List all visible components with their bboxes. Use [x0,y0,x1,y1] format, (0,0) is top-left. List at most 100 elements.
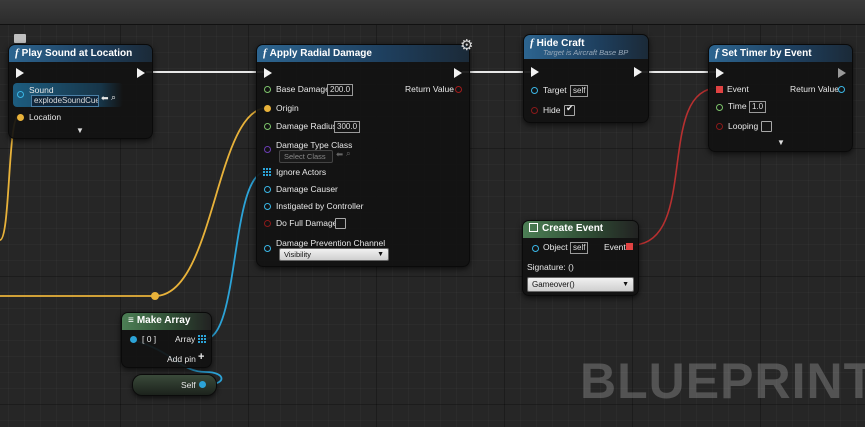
prevention-channel-pin[interactable] [264,245,271,252]
make-array-header[interactable]: ≡ Make Array [122,313,211,330]
looping-checkbox[interactable] [761,121,772,132]
latent-clock-icon: ⚙ [460,37,474,54]
return-value-pin[interactable] [455,86,462,93]
exec-out-pin[interactable] [454,68,462,78]
full-damage-checkbox[interactable] [335,218,346,229]
self-node[interactable]: Self [132,374,217,396]
exec-in-pin[interactable] [264,68,272,78]
looping-pin[interactable] [716,123,723,130]
function-value: Gameover() [532,280,575,289]
add-pin-icon[interactable]: + [198,351,204,363]
dropdown-arrow-icon: ▼ [377,251,384,258]
event-out-pin[interactable] [626,243,633,250]
base-damage-value: 200.0 [330,85,351,94]
add-pin-label[interactable]: Add pin [167,354,196,364]
exec-out-pin[interactable] [137,68,145,78]
checkmark-icon: ✔ [566,103,574,113]
sound-asset-field[interactable]: explodeSoundCue [31,95,99,107]
full-damage-pin[interactable] [264,220,271,227]
radius-label: Damage Radius [276,121,337,131]
damage-type-value: Select Class [284,152,326,161]
function-icon: f [263,47,267,59]
event-out-label: Event [604,242,626,252]
exec-out-pin[interactable] [838,68,846,78]
hide-craft-header[interactable]: f Hide Craft Target is Aircraft Base BP [524,35,648,59]
object-value: self [573,243,586,252]
exec-in-pin[interactable] [531,67,539,77]
object-pin[interactable] [532,245,539,252]
location-label: Location [29,112,62,122]
timer-return-label: Return Value [790,84,839,94]
instigated-pin[interactable] [264,203,271,210]
object-value-box[interactable]: self [570,242,589,254]
hide-craft-node[interactable]: f Hide Craft Target is Aircraft Base BP T… [523,34,649,123]
prevention-channel-value: Visibility [284,250,311,259]
search-icon[interactable]: ⌕ [346,148,351,159]
ignore-actors-label: Ignore Actors [276,167,327,177]
damage-type-select[interactable]: Select Class [279,150,333,163]
create-event-header[interactable]: Create Event [523,221,638,238]
set-timer-header[interactable]: f Set Timer by Event [709,45,852,62]
search-icon[interactable]: ⌕ [111,92,116,103]
base-damage-pin[interactable] [264,86,271,93]
radius-pin[interactable] [264,123,271,130]
self-out-pin[interactable] [199,381,206,388]
function-icon: f [15,47,19,59]
prevention-channel-select[interactable]: Visibility ▼ [279,248,389,261]
event-node-icon [529,223,538,232]
array-grid-icon[interactable] [263,168,271,176]
create-event-title: Create Event [542,223,604,234]
array-out-pin[interactable] [198,335,206,343]
array-index-pin[interactable] [130,336,137,343]
chevron-down-icon[interactable]: ▼ [76,126,84,135]
time-pin[interactable] [716,104,723,111]
hide-craft-subtitle: Target is Aircraft Base BP [543,48,629,57]
radial-damage-header[interactable]: f Apply Radial Damage [257,45,469,62]
make-array-title: Make Array [136,315,191,326]
set-timer-title: Set Timer by Event [721,48,812,59]
apply-radial-damage-node[interactable]: f Apply Radial Damage Base Damage 200.0 R… [256,44,470,267]
play-sound-node[interactable]: f Play Sound at Location Sound explodeSou… [8,44,153,139]
make-array-node[interactable]: ≡ Make Array [ 0 ] Array Add pin + [121,312,212,368]
base-damage-input[interactable]: 200.0 [327,84,354,96]
play-sound-header[interactable]: f Play Sound at Location [9,45,152,62]
browse-back-icon[interactable]: ⬅ [101,93,109,104]
sound-pin[interactable] [17,91,24,98]
sound-asset-value: explodeSoundCue [34,96,99,105]
blueprint-watermark: BLUEPRINT [580,353,865,409]
damage-type-pin[interactable] [264,146,271,153]
radial-damage-title: Apply Radial Damage [269,48,372,59]
object-label: Object [543,242,568,252]
instigated-label: Instigated by Controller [276,201,364,211]
target-value: self [573,86,586,95]
time-label: Time [728,101,747,111]
function-icon: f [530,37,534,49]
hide-pin[interactable] [531,107,538,114]
event-pin[interactable] [716,86,723,93]
event-label: Event [727,84,749,94]
exec-in-pin[interactable] [16,68,24,78]
target-pin[interactable] [531,87,538,94]
timer-return-pin[interactable] [838,86,845,93]
exec-out-pin[interactable] [634,67,642,77]
location-pin[interactable] [17,114,24,121]
array-node-icon: ≡ [128,315,134,326]
chevron-down-icon[interactable]: ▼ [777,138,785,147]
origin-pin[interactable] [264,105,271,112]
set-timer-node[interactable]: f Set Timer by Event Event Return Value T… [708,44,853,152]
base-damage-label: Base Damage [276,84,330,94]
target-value-box[interactable]: self [570,85,589,97]
function-icon: f [715,47,719,59]
damage-causer-pin[interactable] [264,186,271,193]
radius-input[interactable]: 300.0 [334,121,361,133]
signature-label: Signature: () [527,262,574,272]
function-select[interactable]: Gameover() ▼ [527,277,634,292]
time-input[interactable]: 1.0 [749,101,767,113]
hide-checkbox[interactable]: ✔ [564,103,575,116]
reroute-node [151,292,159,300]
return-value-label: Return Value [405,84,454,94]
create-event-node[interactable]: Create Event Object self Event Signature… [522,220,639,296]
back-arrow-icon[interactable]: ⬅ [336,149,343,160]
exec-in-pin[interactable] [716,68,724,78]
self-label: Self [181,380,196,390]
